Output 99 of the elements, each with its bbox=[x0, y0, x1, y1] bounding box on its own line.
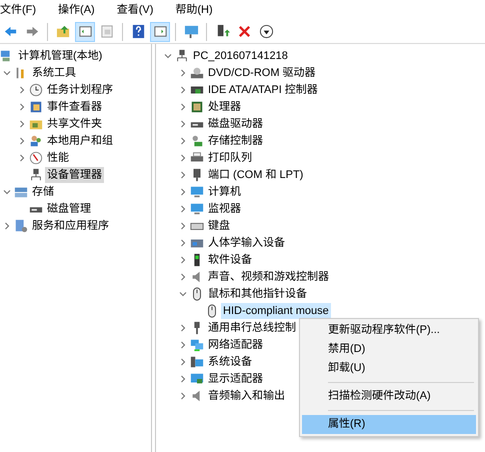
tree-item[interactable]: 打印队列 bbox=[206, 150, 254, 166]
expand-chevron-icon[interactable] bbox=[179, 358, 187, 366]
help-icon bbox=[130, 24, 146, 39]
forward-arrow-icon bbox=[24, 24, 40, 39]
expand-chevron-icon[interactable] bbox=[179, 392, 187, 400]
tree-item[interactable]: IDE ATA/ATAPI 控制器 bbox=[206, 82, 320, 98]
expand-chevron-icon[interactable] bbox=[179, 86, 187, 94]
printer-icon bbox=[190, 150, 204, 164]
expand-chevron-icon[interactable] bbox=[18, 86, 26, 94]
display-adapter-icon bbox=[190, 372, 204, 386]
tree-item[interactable]: 声音、视频和游戏控制器 bbox=[206, 268, 331, 284]
tree-item[interactable]: 软件设备 bbox=[206, 252, 254, 268]
tree-item[interactable]: 人体学输入设备 bbox=[206, 234, 287, 250]
context-menu-item[interactable]: 更新驱动程序软件(P)... bbox=[302, 321, 476, 340]
tree-item[interactable]: 通用串行总线控制 bbox=[206, 320, 298, 336]
tree-item[interactable]: 本地用户和组 bbox=[45, 132, 115, 148]
monitor-icon bbox=[190, 202, 204, 216]
tree-item[interactable]: 任务计划程序 bbox=[45, 82, 115, 98]
tree-item[interactable]: 端口 (COM 和 LPT) bbox=[206, 166, 306, 182]
expand-chevron-icon[interactable] bbox=[179, 170, 187, 178]
expand-chevron-icon[interactable] bbox=[179, 272, 187, 280]
close-icon bbox=[236, 24, 252, 39]
back-arrow-icon bbox=[2, 24, 18, 39]
disc-drive-icon bbox=[190, 66, 204, 80]
tree-item[interactable]: 监视器 bbox=[206, 200, 243, 216]
mouse-icon bbox=[190, 286, 204, 300]
menu-item[interactable]: 查看(V) bbox=[116, 1, 164, 19]
tree-item[interactable]: 计算机 bbox=[206, 184, 243, 200]
tree-pane-icon bbox=[78, 24, 92, 39]
action-pane-icon bbox=[152, 24, 168, 39]
expand-chevron-icon[interactable] bbox=[179, 374, 187, 382]
device-tree-icon bbox=[29, 168, 43, 182]
tree-item[interactable]: 设备管理器 bbox=[45, 166, 104, 182]
tree-item[interactable]: 处理器 bbox=[206, 98, 243, 114]
expand-chevron-icon[interactable] bbox=[18, 120, 26, 128]
tree-item[interactable]: 显示适配器 bbox=[206, 370, 265, 386]
tree-item[interactable]: 计算机管理(本地) bbox=[16, 48, 104, 64]
toolbar-button[interactable] bbox=[150, 22, 170, 42]
tree-item[interactable]: 系统工具 bbox=[30, 64, 78, 80]
tree-item[interactable]: 鼠标和其他指针设备 bbox=[206, 286, 309, 302]
collapse-chevron-icon[interactable] bbox=[164, 52, 172, 60]
expand-chevron-icon[interactable] bbox=[18, 136, 26, 144]
expand-chevron-icon[interactable] bbox=[179, 204, 187, 212]
tree-item[interactable]: 系统设备 bbox=[206, 354, 254, 370]
mouse-icon bbox=[205, 304, 219, 318]
log-book-icon bbox=[29, 100, 43, 114]
expand-chevron-icon[interactable] bbox=[179, 238, 187, 246]
expand-chevron-icon[interactable] bbox=[179, 222, 187, 230]
device-tree-icon bbox=[175, 48, 189, 62]
context-menu-item[interactable]: 扫描检测硬件改动(A) bbox=[302, 387, 476, 406]
context-menu-item[interactable]: 禁用(D) bbox=[302, 340, 476, 359]
tree-item[interactable]: 网络适配器 bbox=[206, 336, 265, 352]
tree-item[interactable]: 音频输入和输出 bbox=[206, 388, 287, 404]
users-icon bbox=[29, 134, 43, 148]
gauge-icon bbox=[29, 150, 43, 164]
system-device-icon bbox=[190, 354, 204, 368]
expand-chevron-icon[interactable] bbox=[179, 68, 187, 76]
network-icon bbox=[190, 338, 204, 352]
tree-item[interactable]: 服务和应用程序 bbox=[30, 218, 111, 234]
collapse-chevron-icon[interactable] bbox=[3, 68, 11, 76]
toolbar-button[interactable] bbox=[75, 22, 95, 42]
expand-chevron-icon[interactable] bbox=[18, 102, 26, 110]
controller-icon bbox=[190, 134, 204, 148]
menu-item[interactable]: 文件(F) bbox=[0, 1, 46, 19]
export-list-icon bbox=[100, 24, 114, 39]
expand-chevron-icon[interactable] bbox=[3, 222, 11, 230]
expand-chevron-icon[interactable] bbox=[179, 120, 187, 128]
tree-item[interactable]: 性能 bbox=[45, 150, 71, 166]
tree-item[interactable]: 存储控制器 bbox=[206, 132, 265, 148]
tree-item[interactable]: 存储 bbox=[30, 184, 56, 200]
expand-chevron-icon[interactable] bbox=[18, 154, 26, 162]
tree-item[interactable]: 键盘 bbox=[206, 218, 232, 234]
expand-chevron-icon[interactable] bbox=[179, 136, 187, 144]
expand-chevron-icon[interactable] bbox=[179, 324, 187, 332]
tree-item[interactable]: PC_201607141218 bbox=[191, 48, 290, 64]
monitor-icon bbox=[184, 24, 198, 39]
expand-chevron-icon[interactable] bbox=[179, 256, 187, 264]
menu-item[interactable]: 帮助(H) bbox=[175, 1, 223, 19]
down-arrow-circle-icon bbox=[258, 24, 274, 39]
menu-item[interactable]: 操作(A) bbox=[58, 1, 105, 19]
tree-item[interactable]: 磁盘驱动器 bbox=[206, 116, 265, 132]
collapse-chevron-icon[interactable] bbox=[3, 188, 11, 196]
expand-chevron-icon[interactable] bbox=[179, 340, 187, 348]
storage-icon bbox=[14, 184, 28, 198]
tree-item[interactable]: 共享文件夹 bbox=[45, 116, 104, 132]
folder-up-icon bbox=[56, 24, 70, 39]
tree-item[interactable]: 磁盘管理 bbox=[45, 200, 93, 216]
context-menu-item[interactable]: 卸载(U) bbox=[302, 359, 476, 378]
tree-item[interactable]: 事件查看器 bbox=[45, 98, 104, 114]
tree-item[interactable]: HID-compliant mouse bbox=[221, 302, 331, 318]
expand-chevron-icon[interactable] bbox=[179, 154, 187, 162]
context-menu-item[interactable]: 属性(R) bbox=[302, 415, 476, 434]
clock-icon bbox=[29, 82, 43, 96]
tree-item[interactable]: DVD/CD-ROM 驱动器 bbox=[206, 64, 318, 80]
monitor-icon bbox=[190, 184, 204, 198]
chip-icon bbox=[190, 100, 204, 114]
expand-chevron-icon[interactable] bbox=[179, 102, 187, 110]
collapse-chevron-icon[interactable] bbox=[179, 290, 187, 298]
expand-chevron-icon[interactable] bbox=[179, 188, 187, 196]
